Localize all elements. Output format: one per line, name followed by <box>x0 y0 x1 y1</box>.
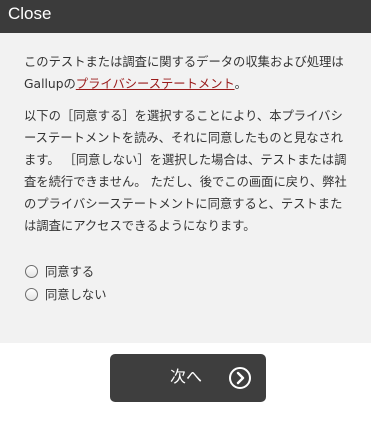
privacy-statement-link[interactable]: プライバシーステートメント <box>76 77 235 91</box>
consent-intro: このテストまたは調査に関するデータの収集および処理は Gallupのプライバシース… <box>24 51 352 95</box>
agree-radio[interactable] <box>25 264 38 278</box>
chevron-right-circle-icon <box>229 367 251 389</box>
agree-option[interactable]: 同意する <box>25 262 94 280</box>
agree-label: 同意する <box>45 265 95 279</box>
disagree-label: 同意しない <box>45 288 107 302</box>
next-button[interactable]: 次へ <box>110 354 266 402</box>
disagree-option[interactable]: 同意しない <box>25 285 107 303</box>
next-label: 次へ <box>170 367 203 386</box>
consent-instructions: 以下の［同意する］を選択することにより、本プライバシーステートメントを読み、それ… <box>24 109 347 233</box>
header-bar: Close <box>0 0 371 33</box>
consent-panel: このテストまたは調査に関するデータの収集および処理は Gallupのプライバシース… <box>0 33 371 343</box>
intro-text: このテストまたは調査に関するデータの収集および処理は <box>24 55 344 69</box>
intro-end: 。 <box>234 77 247 91</box>
disagree-radio[interactable] <box>25 287 38 301</box>
intro-company: Gallupの <box>24 77 76 91</box>
close-button[interactable]: Close <box>8 4 51 24</box>
